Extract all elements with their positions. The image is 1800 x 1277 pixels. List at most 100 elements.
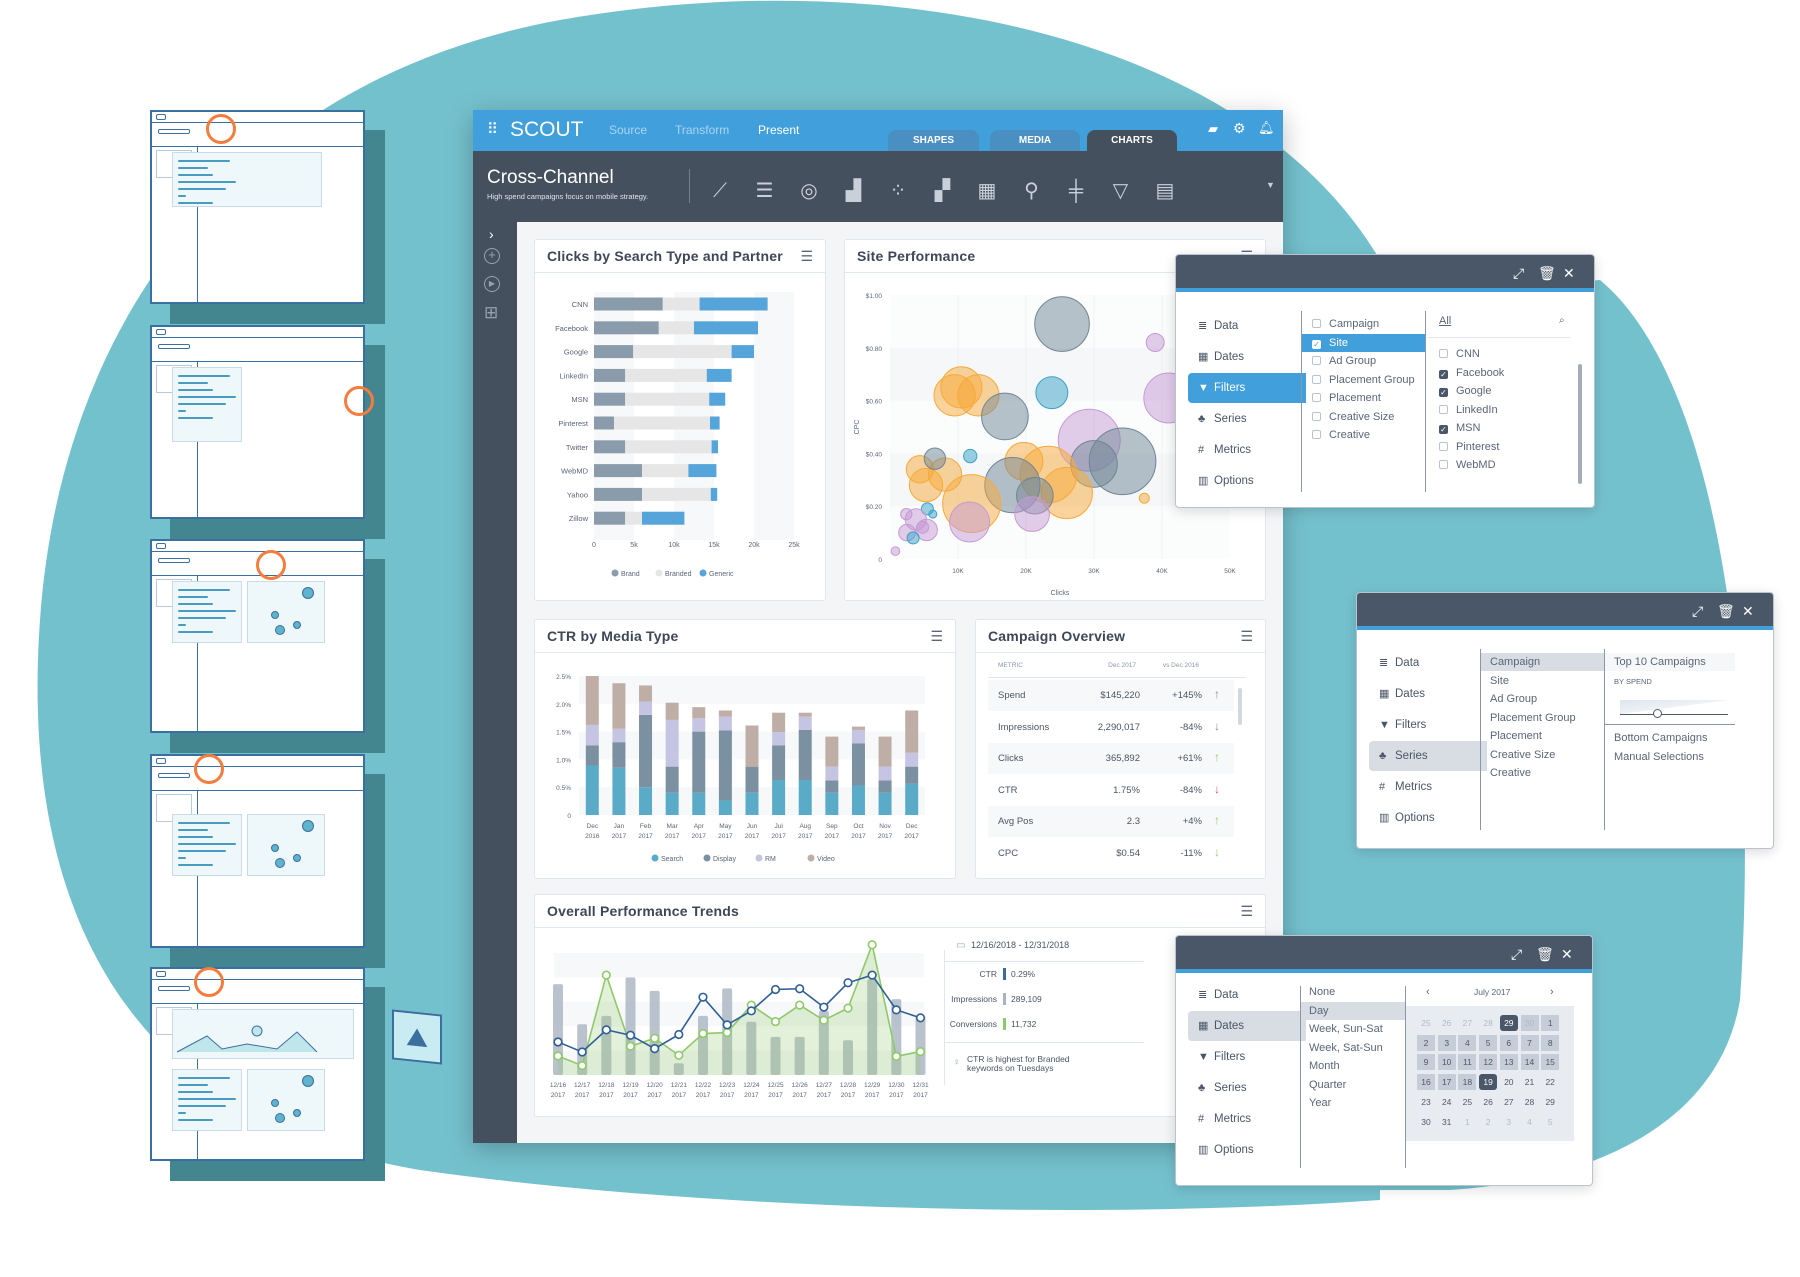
calendar-day[interactable]: 3 — [1437, 1034, 1456, 1051]
panel-menu-metrics[interactable]: # Metrics — [1369, 772, 1487, 802]
calendar-day[interactable]: 29 — [1541, 1094, 1559, 1110]
checkbox[interactable]: ✓ — [1439, 388, 1448, 397]
filter-dimension-item[interactable]: Placement — [1302, 389, 1425, 407]
map-pin-icon[interactable]: ⚲ — [1018, 179, 1046, 203]
checkbox[interactable] — [1312, 411, 1321, 421]
table-row[interactable]: Spend $145,220 +145% ↑ — [988, 680, 1234, 711]
calendar-day[interactable]: 25 — [1417, 1015, 1435, 1031]
more-charts-dropdown-icon[interactable]: ▼ — [1266, 180, 1275, 190]
calendar-day[interactable]: 4 — [1521, 1114, 1539, 1130]
checkbox[interactable]: ✓ — [1312, 339, 1321, 349]
top-n-slider[interactable] — [1620, 700, 1728, 714]
checkbox[interactable] — [1439, 441, 1448, 451]
filter-value-item[interactable]: CNN — [1439, 345, 1480, 363]
calendar-day[interactable]: 5 — [1541, 1114, 1559, 1130]
scatter-chart-icon[interactable]: ⁘ — [884, 179, 912, 203]
close-icon[interactable]: ✕ — [1561, 946, 1573, 963]
page-title[interactable]: Cross-Channel — [487, 167, 614, 189]
granularity-option[interactable]: Day — [1301, 1001, 1405, 1020]
panel-menu-options[interactable]: ▥ Options — [1188, 466, 1306, 496]
table-row[interactable]: CPC $0.54 -11% ↓ — [988, 838, 1234, 869]
layout-icon[interactable]: ▤ — [1151, 179, 1179, 203]
calendar-day[interactable]: 7 — [1520, 1034, 1539, 1051]
expand-chevron-icon[interactable]: › — [489, 226, 494, 242]
panel-menu-metrics[interactable]: # Metrics — [1188, 435, 1306, 465]
checkbox[interactable] — [1439, 404, 1448, 414]
checkbox[interactable] — [1312, 374, 1321, 384]
list-scrollbar[interactable] — [1578, 364, 1582, 484]
trash-icon[interactable]: 🗑︎ — [1538, 265, 1556, 282]
filter-dimension-item[interactable]: Ad Group — [1302, 352, 1425, 370]
granularity-option[interactable]: None — [1301, 983, 1405, 1001]
nav-source[interactable]: Source — [609, 123, 647, 137]
calendar-day[interactable]: 1 — [1458, 1114, 1476, 1130]
filter-dimension-item[interactable]: Placement Group — [1302, 371, 1425, 389]
prev-month-icon[interactable]: ‹ — [1426, 983, 1430, 1001]
panel-header[interactable]: ⤢ 🗑︎ ✕ — [1176, 255, 1594, 292]
filter-value-item[interactable]: ✓ Facebook — [1439, 364, 1504, 382]
stacked-chart-icon[interactable]: ▞ — [929, 179, 957, 203]
panel-menu-filters[interactable]: ▼ Filters — [1188, 1042, 1306, 1072]
calendar-day[interactable]: 18 — [1458, 1074, 1477, 1091]
calendar-day[interactable]: 31 — [1438, 1114, 1456, 1130]
page-subtitle[interactable]: High spend campaigns focus on mobile str… — [487, 192, 648, 201]
tab-charts[interactable]: CHARTS — [1087, 130, 1177, 151]
line-chart-icon[interactable]: ⟋ — [706, 179, 734, 203]
close-icon[interactable]: ✕ — [1742, 603, 1754, 620]
apps-grid-icon[interactable]: ⠿ — [487, 120, 498, 138]
series-dimension-item[interactable]: Placement Group — [1481, 709, 1604, 727]
calendar-day[interactable]: 25 — [1458, 1094, 1476, 1110]
nav-transform[interactable]: Transform — [675, 123, 729, 137]
checkbox[interactable] — [1312, 356, 1321, 365]
top-n-option[interactable]: Top 10 Campaigns — [1605, 653, 1735, 671]
panel-menu-dates[interactable]: ▦ Dates — [1188, 342, 1306, 372]
panel-menu-filters[interactable]: ▼ Filters — [1369, 710, 1487, 740]
hamburger-menu-icon[interactable]: ☰ — [1240, 628, 1253, 645]
filter-value-item[interactable]: Pinterest — [1439, 438, 1499, 456]
calendar-day[interactable]: 17 — [1437, 1074, 1456, 1091]
granularity-option[interactable]: Year — [1301, 1094, 1405, 1112]
table-row[interactable]: Impressions 2,290,017 -84% ↓ — [988, 712, 1234, 743]
calendar-day[interactable]: 2 — [1479, 1114, 1497, 1130]
expand-icon[interactable]: ⤢ — [1692, 603, 1703, 620]
calendar-day[interactable]: 26 — [1438, 1015, 1456, 1031]
filter-value-item[interactable]: WebMD — [1439, 456, 1496, 474]
panel-menu-data[interactable]: ≣ Data — [1188, 980, 1306, 1010]
expand-icon[interactable]: ⤢ — [1513, 265, 1524, 282]
calendar-day[interactable]: 4 — [1458, 1034, 1477, 1051]
granularity-option[interactable]: Week, Sun-Sat — [1301, 1020, 1405, 1038]
calendar-day[interactable]: 27 — [1500, 1094, 1518, 1110]
calendar-day[interactable]: 26 — [1479, 1094, 1497, 1110]
panel-menu-series[interactable]: ♣ Series — [1188, 1073, 1306, 1103]
donut-chart-icon[interactable]: ◎ — [795, 179, 823, 203]
series-dimension-item[interactable]: Creative — [1481, 764, 1604, 782]
checkbox[interactable] — [1439, 460, 1448, 469]
panel-menu-options[interactable]: ▥ Options — [1369, 803, 1487, 833]
add-icon[interactable]: + — [484, 248, 500, 264]
calendar-day[interactable]: 29 — [1499, 1015, 1518, 1031]
calendar-day[interactable]: 6 — [1499, 1034, 1518, 1051]
calendar-day[interactable]: 14 — [1520, 1054, 1539, 1071]
calendar-day[interactable]: 8 — [1541, 1034, 1560, 1051]
calendar-day[interactable]: 5 — [1479, 1034, 1498, 1051]
calendar-day[interactable]: 23 — [1417, 1094, 1435, 1110]
calendar-day[interactable]: 21 — [1521, 1074, 1539, 1090]
calendar-icon[interactable]: ▭ — [956, 940, 965, 951]
calendar-day[interactable]: 3 — [1500, 1114, 1518, 1130]
panel-header[interactable]: ⤢ 🗑︎ ✕ — [1176, 936, 1592, 973]
calendar-day[interactable]: 28 — [1479, 1015, 1497, 1031]
filter-dimension-item[interactable]: Creative Size — [1302, 408, 1425, 426]
granularity-option[interactable]: Week, Sat-Sun — [1301, 1039, 1405, 1057]
calendar-day[interactable]: 15 — [1541, 1054, 1560, 1071]
calendar-day[interactable]: 2 — [1417, 1034, 1435, 1051]
series-dimension-item[interactable]: Placement — [1481, 727, 1604, 745]
panel-menu-filters[interactable]: ▼ Filters — [1188, 373, 1306, 403]
calendar-day[interactable]: 12 — [1479, 1054, 1498, 1071]
folder-open-icon[interactable]: ▰ — [1208, 121, 1218, 137]
calendar-day[interactable]: 19 — [1479, 1074, 1498, 1091]
table-row[interactable]: CTR 1.75% -84% ↓ — [988, 775, 1234, 806]
nav-present[interactable]: Present — [758, 123, 799, 137]
combo-chart-icon[interactable]: ▟ — [840, 179, 868, 203]
panel-menu-series[interactable]: ♣ Series — [1369, 741, 1487, 771]
filter-value-item[interactable]: ✓ MSN — [1439, 419, 1480, 437]
